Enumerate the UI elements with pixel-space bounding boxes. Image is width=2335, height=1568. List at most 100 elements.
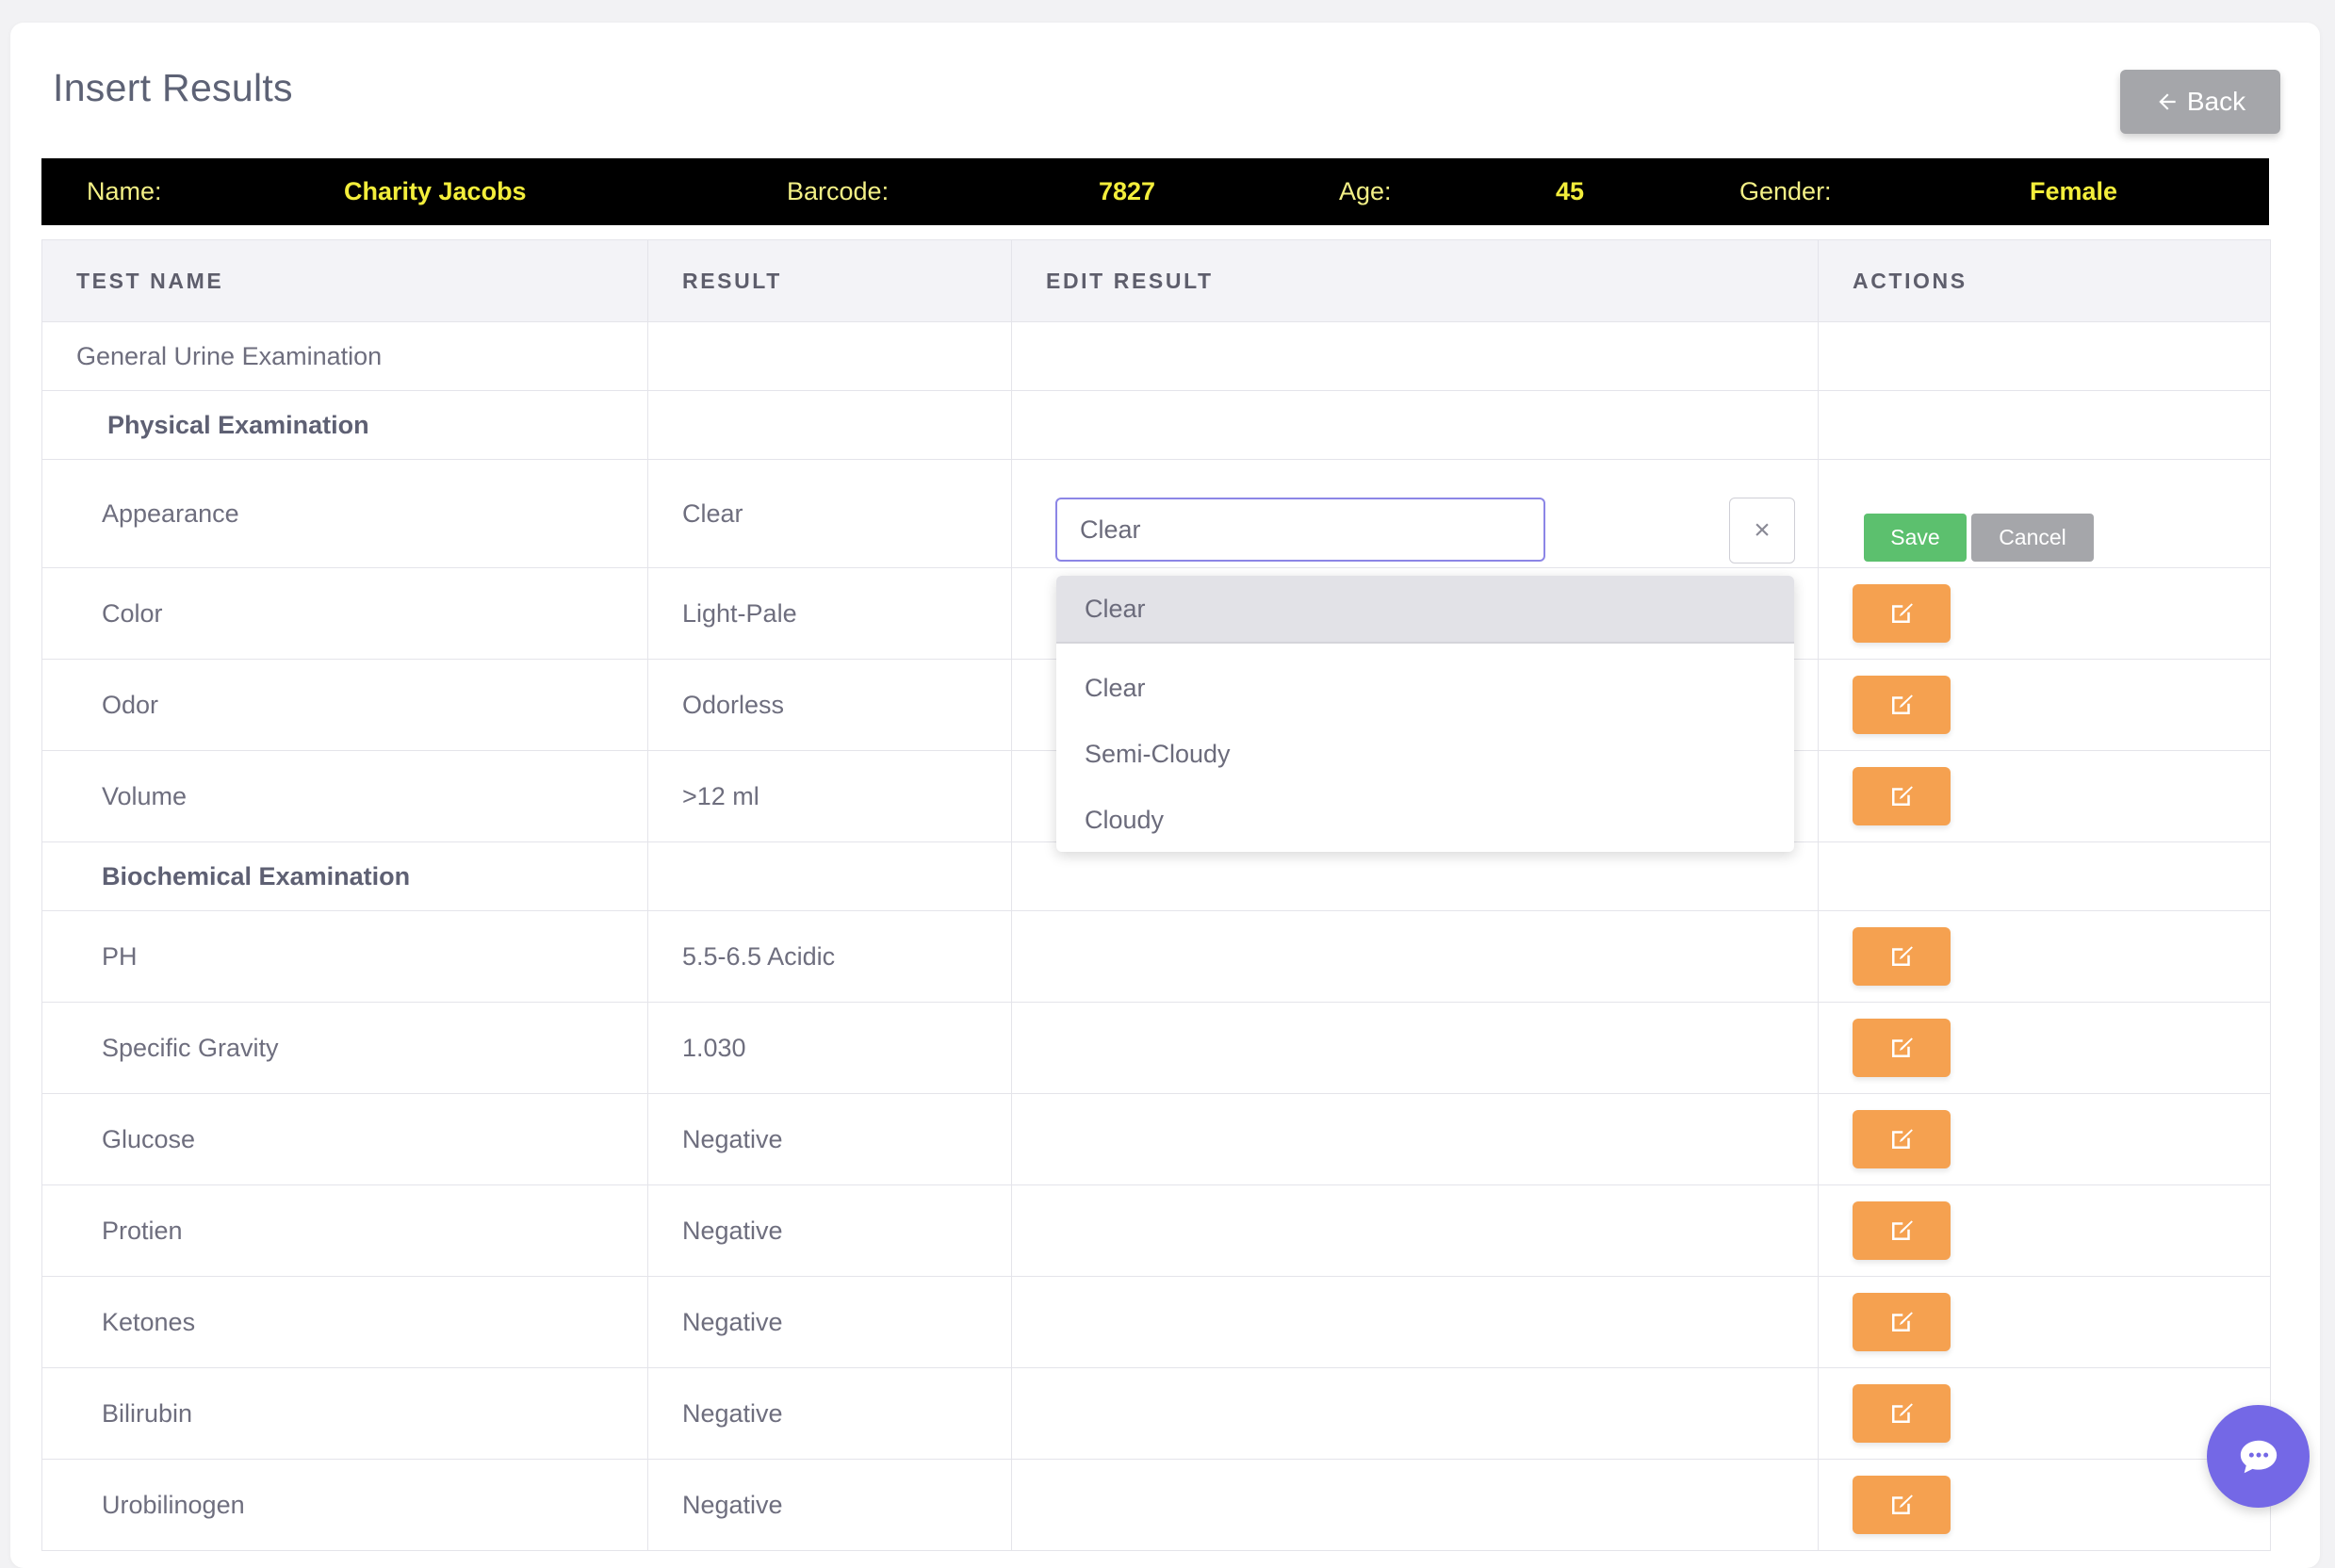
age-value: 45 bbox=[1556, 177, 1585, 205]
table-row: Protien Negative bbox=[41, 1184, 2271, 1277]
gender-label: Gender: bbox=[1739, 177, 1832, 205]
back-button-label: Back bbox=[2186, 87, 2246, 116]
test-result: Odorless bbox=[647, 659, 1012, 751]
table-row: Ketones Negative bbox=[41, 1276, 2271, 1368]
dropdown-option-list: Clear Semi-Cloudy Cloudy bbox=[1056, 644, 1794, 852]
edit-button[interactable] bbox=[1853, 767, 1951, 825]
test-result: Negative bbox=[647, 1367, 1012, 1460]
actions-cell bbox=[1818, 1002, 2271, 1094]
test-result bbox=[647, 841, 1012, 911]
edit-result-cell bbox=[1011, 1276, 1819, 1368]
actions-cell bbox=[1818, 390, 2271, 460]
dropdown-selected-option[interactable]: Clear bbox=[1056, 576, 1794, 644]
edit-button[interactable] bbox=[1853, 584, 1951, 643]
actions-cell bbox=[1818, 321, 2271, 391]
actions-cell bbox=[1818, 659, 2271, 751]
edit-button[interactable] bbox=[1853, 1476, 1951, 1534]
chat-button[interactable] bbox=[2207, 1405, 2310, 1508]
back-button[interactable]: Back bbox=[2120, 70, 2280, 134]
save-button[interactable]: Save bbox=[1864, 514, 1967, 562]
test-result: >12 ml bbox=[647, 750, 1012, 842]
edit-result-cell bbox=[1011, 841, 1819, 911]
test-name: Odor bbox=[41, 659, 648, 751]
edit-result-cell bbox=[1011, 390, 1819, 460]
test-name: PH bbox=[41, 910, 648, 1003]
col-header-test-name: TEST NAME bbox=[41, 239, 648, 322]
dropdown-option[interactable]: Semi-Cloudy bbox=[1056, 721, 1794, 787]
test-name: Glucose bbox=[41, 1093, 648, 1185]
col-header-result: RESULT bbox=[647, 239, 1012, 322]
edit-icon bbox=[1892, 1403, 1913, 1423]
arrow-left-icon bbox=[2159, 93, 2176, 110]
test-result bbox=[647, 390, 1012, 460]
table-row: Urobilinogen Negative bbox=[41, 1459, 2271, 1551]
close-icon: × bbox=[1754, 514, 1771, 546]
edit-icon bbox=[1892, 694, 1913, 714]
barcode-label: Barcode: bbox=[787, 177, 890, 205]
edit-result-cell bbox=[1011, 910, 1819, 1003]
section-name: Physical Examination bbox=[41, 390, 648, 460]
actions-cell bbox=[1818, 910, 2271, 1003]
actions-cell bbox=[1818, 1093, 2271, 1185]
test-name: Urobilinogen bbox=[41, 1459, 648, 1551]
table-row: Bilirubin Negative bbox=[41, 1367, 2271, 1460]
cancel-button[interactable]: Cancel bbox=[1971, 514, 2094, 562]
edit-icon bbox=[1892, 946, 1913, 966]
chat-icon bbox=[2240, 1440, 2277, 1473]
edit-icon bbox=[1892, 786, 1913, 806]
edit-icon bbox=[1892, 1220, 1913, 1240]
edit-icon bbox=[1892, 603, 1913, 623]
edit-result-cell bbox=[1011, 1002, 1819, 1094]
edit-button[interactable] bbox=[1853, 1110, 1951, 1168]
edit-button[interactable] bbox=[1853, 1293, 1951, 1351]
test-result: 5.5-6.5 Acidic bbox=[647, 910, 1012, 1003]
actions-cell bbox=[1818, 1367, 2271, 1460]
edit-result-cell bbox=[1011, 1184, 1819, 1277]
dropdown-option[interactable]: Clear bbox=[1056, 655, 1794, 721]
test-result bbox=[647, 321, 1012, 391]
edit-button[interactable] bbox=[1853, 1201, 1951, 1260]
col-header-actions: ACTIONS bbox=[1818, 239, 2271, 322]
edit-icon bbox=[1892, 1129, 1913, 1149]
table-row: PH 5.5-6.5 Acidic bbox=[41, 910, 2271, 1003]
gender-value: Female bbox=[2030, 177, 2118, 205]
edit-icon bbox=[1892, 1312, 1913, 1331]
edit-result-input[interactable] bbox=[1055, 498, 1545, 562]
test-result: Negative bbox=[647, 1093, 1012, 1185]
actions-cell bbox=[1818, 1184, 2271, 1277]
results-table: TEST NAME RESULT EDIT RESULT ACTIONS Gen… bbox=[41, 239, 2271, 1551]
edit-icon bbox=[1892, 1037, 1913, 1057]
table-row: Biochemical Examination bbox=[41, 841, 2271, 911]
test-name: Specific Gravity bbox=[41, 1002, 648, 1094]
actions-cell bbox=[1818, 1459, 2271, 1551]
edit-result-cell bbox=[1011, 321, 1819, 391]
test-result: Negative bbox=[647, 1276, 1012, 1368]
edit-button[interactable] bbox=[1853, 927, 1951, 986]
test-name: Color bbox=[41, 567, 648, 660]
clear-button[interactable]: × bbox=[1729, 498, 1795, 564]
page-title: Insert Results bbox=[53, 66, 293, 109]
edit-result-cell bbox=[1011, 1367, 1819, 1460]
table-row: Glucose Negative bbox=[41, 1093, 2271, 1185]
barcode-value: 7827 bbox=[1099, 177, 1156, 205]
edit-button[interactable] bbox=[1853, 676, 1951, 734]
patient-name: Charity Jacobs bbox=[344, 177, 527, 205]
edit-button[interactable] bbox=[1853, 1019, 1951, 1077]
age-label: Age: bbox=[1339, 177, 1392, 205]
test-result: Negative bbox=[647, 1459, 1012, 1551]
actions-cell bbox=[1818, 1276, 2271, 1368]
test-result: Negative bbox=[647, 1184, 1012, 1277]
test-result: Light-Pale bbox=[647, 567, 1012, 660]
edit-result-cell bbox=[1011, 1093, 1819, 1185]
result-options-dropdown: Clear Clear Semi-Cloudy Cloudy bbox=[1056, 576, 1794, 852]
test-name: Ketones bbox=[41, 1276, 648, 1368]
edit-result-cell bbox=[1011, 1459, 1819, 1551]
table-row: General Urine Examination bbox=[41, 321, 2271, 391]
edit-button[interactable] bbox=[1853, 1384, 1951, 1443]
section-name: Biochemical Examination bbox=[41, 841, 648, 911]
dropdown-option[interactable]: Cloudy bbox=[1056, 787, 1794, 852]
actions-cell bbox=[1818, 750, 2271, 842]
table-header-row: TEST NAME RESULT EDIT RESULT ACTIONS bbox=[41, 239, 2271, 322]
test-name: Protien bbox=[41, 1184, 648, 1277]
test-name: Bilirubin bbox=[41, 1367, 648, 1460]
